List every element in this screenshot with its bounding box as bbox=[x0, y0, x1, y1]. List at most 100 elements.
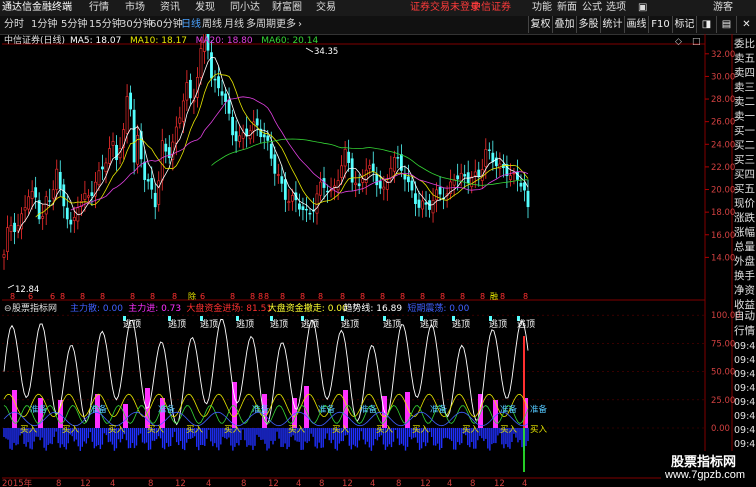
candle-body bbox=[13, 222, 16, 233]
candle-body bbox=[456, 175, 460, 180]
candle-body bbox=[129, 92, 133, 110]
candle-body bbox=[87, 195, 90, 198]
candle-body bbox=[227, 99, 231, 114]
period-tab-1min[interactable]: 1分钟 bbox=[31, 18, 57, 32]
candle-body bbox=[459, 172, 463, 182]
period-tab-multi[interactable]: 多周期 bbox=[246, 18, 276, 32]
candle-body bbox=[146, 179, 150, 182]
event-marker: 8 bbox=[264, 292, 269, 301]
site-watermark: 股票指标网 www.7gpzb.com bbox=[661, 451, 756, 487]
candle-body bbox=[484, 149, 488, 167]
draw-line-button[interactable]: 画线 bbox=[624, 16, 648, 33]
menu-function[interactable]: 功能 bbox=[532, 1, 552, 15]
menu-quotes[interactable]: 行情 bbox=[89, 1, 109, 15]
event-marker: 6 bbox=[28, 292, 33, 301]
candle-body bbox=[392, 157, 396, 172]
indicator-param-label: 趋势线: 16.89 bbox=[343, 302, 402, 314]
broker-name[interactable]: 中信证券 bbox=[471, 1, 511, 15]
statistics-button[interactable]: 统计 bbox=[600, 16, 624, 33]
kline-chart[interactable]: 34.00 32.00 30.00 28.00 26.00 24.00 22.00 20.00… bbox=[0, 34, 756, 487]
period-tab-more[interactable]: 更多 bbox=[276, 18, 296, 32]
buy-signal-label: 买入 bbox=[332, 425, 350, 435]
price-axis-label: 34.00 bbox=[711, 34, 735, 37]
event-marker: 8 bbox=[130, 292, 135, 301]
candle-body bbox=[361, 178, 365, 183]
event-marker: 8 bbox=[230, 292, 235, 301]
price-axis-label: 14.00 bbox=[711, 253, 735, 263]
f10-button[interactable]: F10 bbox=[648, 16, 672, 33]
date-axis-label: 4 bbox=[110, 479, 115, 487]
login-status[interactable]: 证券交易未登录 bbox=[410, 1, 480, 15]
date-axis-label: 8 bbox=[56, 479, 61, 487]
quote-row-label: 涨跌 bbox=[734, 211, 755, 224]
quote-row-label: 买五 bbox=[734, 183, 755, 195]
menu-wealth-circle[interactable]: 财富圈 bbox=[272, 1, 302, 15]
menu-assistant[interactable]: 同小达 bbox=[230, 1, 260, 15]
period-tab-monthly[interactable]: 月线 bbox=[224, 18, 244, 32]
period-tab-60min[interactable]: 60分钟 bbox=[150, 18, 183, 32]
quote-row-label: 外盘 bbox=[734, 255, 755, 268]
window-controls-icon[interactable]: ▣ bbox=[638, 1, 647, 15]
indicator-param-label: 短期震荡: 0.00 bbox=[407, 302, 469, 314]
candle-body bbox=[340, 165, 344, 178]
top-signal-label: 逃顶 bbox=[123, 318, 141, 330]
multi-stock-button[interactable]: 多股 bbox=[576, 16, 600, 33]
candle-body bbox=[491, 152, 495, 163]
period-tab-5min[interactable]: 5分钟 bbox=[61, 18, 87, 32]
candle-body bbox=[213, 78, 217, 81]
quote-row-label: 卖二 bbox=[734, 96, 755, 108]
overlay-button[interactable]: 叠加 bbox=[552, 16, 576, 33]
menu-discover[interactable]: 发现 bbox=[195, 1, 215, 15]
candle-body bbox=[343, 148, 347, 167]
date-axis-label: 8 bbox=[396, 479, 401, 487]
menu-options[interactable]: 选项 bbox=[606, 1, 626, 15]
menu-news[interactable]: 资讯 bbox=[160, 1, 180, 15]
candle-body bbox=[188, 79, 192, 99]
menu-new-page[interactable]: 新面 bbox=[557, 1, 577, 15]
quote-row-label: 卖三 bbox=[734, 82, 755, 94]
candle-body bbox=[396, 157, 400, 159]
candle-body bbox=[27, 196, 31, 210]
indicator-collapse-icon: ⊖ bbox=[4, 304, 12, 314]
window-icon[interactable]: ▤ bbox=[716, 16, 736, 33]
candle-body bbox=[512, 172, 516, 175]
top-signal-label: 逃顶 bbox=[383, 318, 401, 330]
period-tab-15min[interactable]: 15分钟 bbox=[89, 18, 122, 32]
menu-formula[interactable]: 公式 bbox=[582, 1, 602, 15]
candle-body bbox=[435, 189, 438, 201]
candle-body bbox=[255, 118, 259, 126]
candle-body bbox=[55, 168, 59, 190]
menu-trade[interactable]: 交易 bbox=[316, 1, 336, 15]
guest-label[interactable]: 游客 bbox=[713, 1, 733, 15]
candle-body bbox=[65, 207, 69, 220]
adjust-button[interactable]: 复权 bbox=[528, 16, 552, 33]
top-signal-label: 逃顶 bbox=[236, 318, 254, 330]
period-tab-30min[interactable]: 30分钟 bbox=[120, 18, 153, 32]
candle-body bbox=[44, 196, 48, 215]
period-tab-daily[interactable]: 日线 bbox=[181, 18, 201, 32]
period-tab-timeshare[interactable]: 分时 bbox=[4, 18, 24, 32]
candle-body bbox=[174, 126, 178, 144]
menu-market[interactable]: 市场 bbox=[125, 1, 145, 15]
event-marker: 8 bbox=[420, 292, 425, 301]
ma-legend-label: MA5: 18.07 bbox=[70, 36, 121, 46]
indicator-axis-label: 75.00 bbox=[711, 339, 735, 349]
candle-body bbox=[414, 193, 417, 204]
close-icon[interactable]: ✕ bbox=[736, 16, 756, 33]
candle-body bbox=[83, 193, 87, 200]
low-pointer bbox=[7, 284, 15, 289]
buy-signal-label: 买入 bbox=[500, 425, 518, 435]
event-marker: 8 bbox=[340, 292, 345, 301]
mark-button[interactable]: 标记 bbox=[672, 16, 696, 33]
candle-body bbox=[132, 109, 136, 163]
period-tab-weekly[interactable]: 周线 bbox=[202, 18, 222, 32]
switch-icon[interactable]: ◨ bbox=[696, 16, 716, 33]
prepare-signal-label: 准备 bbox=[500, 404, 518, 415]
more-chevron-icon[interactable]: › bbox=[298, 18, 302, 32]
event-marker: 8 bbox=[523, 292, 528, 301]
main-inflow-bar bbox=[304, 386, 309, 428]
candle-body bbox=[350, 158, 354, 183]
candle-body bbox=[224, 93, 227, 103]
candle-body bbox=[523, 182, 526, 191]
indicator-param-label: 大盘资金撤走: 0.00 bbox=[268, 302, 348, 314]
